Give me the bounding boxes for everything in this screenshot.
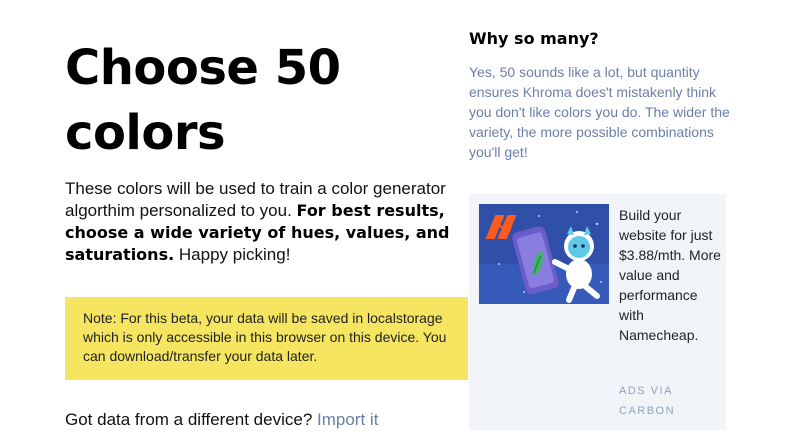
import-prompt-line: Got data from a different device? Import… [65,409,378,431]
intro-tail-text: Happy picking! [178,245,291,264]
namecheap-ad-image[interactable] [479,204,609,304]
ad-text-link[interactable]: Build your website for just $3.88/mth. M… [619,205,723,345]
import-prompt-text: Got data from a different device? [65,410,313,429]
ads-via-carbon-link[interactable]: ADS VIA CARBON [619,381,689,421]
why-heading: Why so many? [469,29,599,48]
beta-note-banner: Note: For this beta, your data will be s… [65,297,468,380]
import-link[interactable]: Import it [317,410,378,429]
why-body-text: Yes, 50 sounds like a lot, but quantity … [469,64,730,160]
intro-paragraph: These colors will be used to train a col… [65,178,460,266]
page-title: Choose 50 colors [65,40,341,161]
carbon-ad: Build your website for just $3.88/mth. M… [469,194,726,430]
